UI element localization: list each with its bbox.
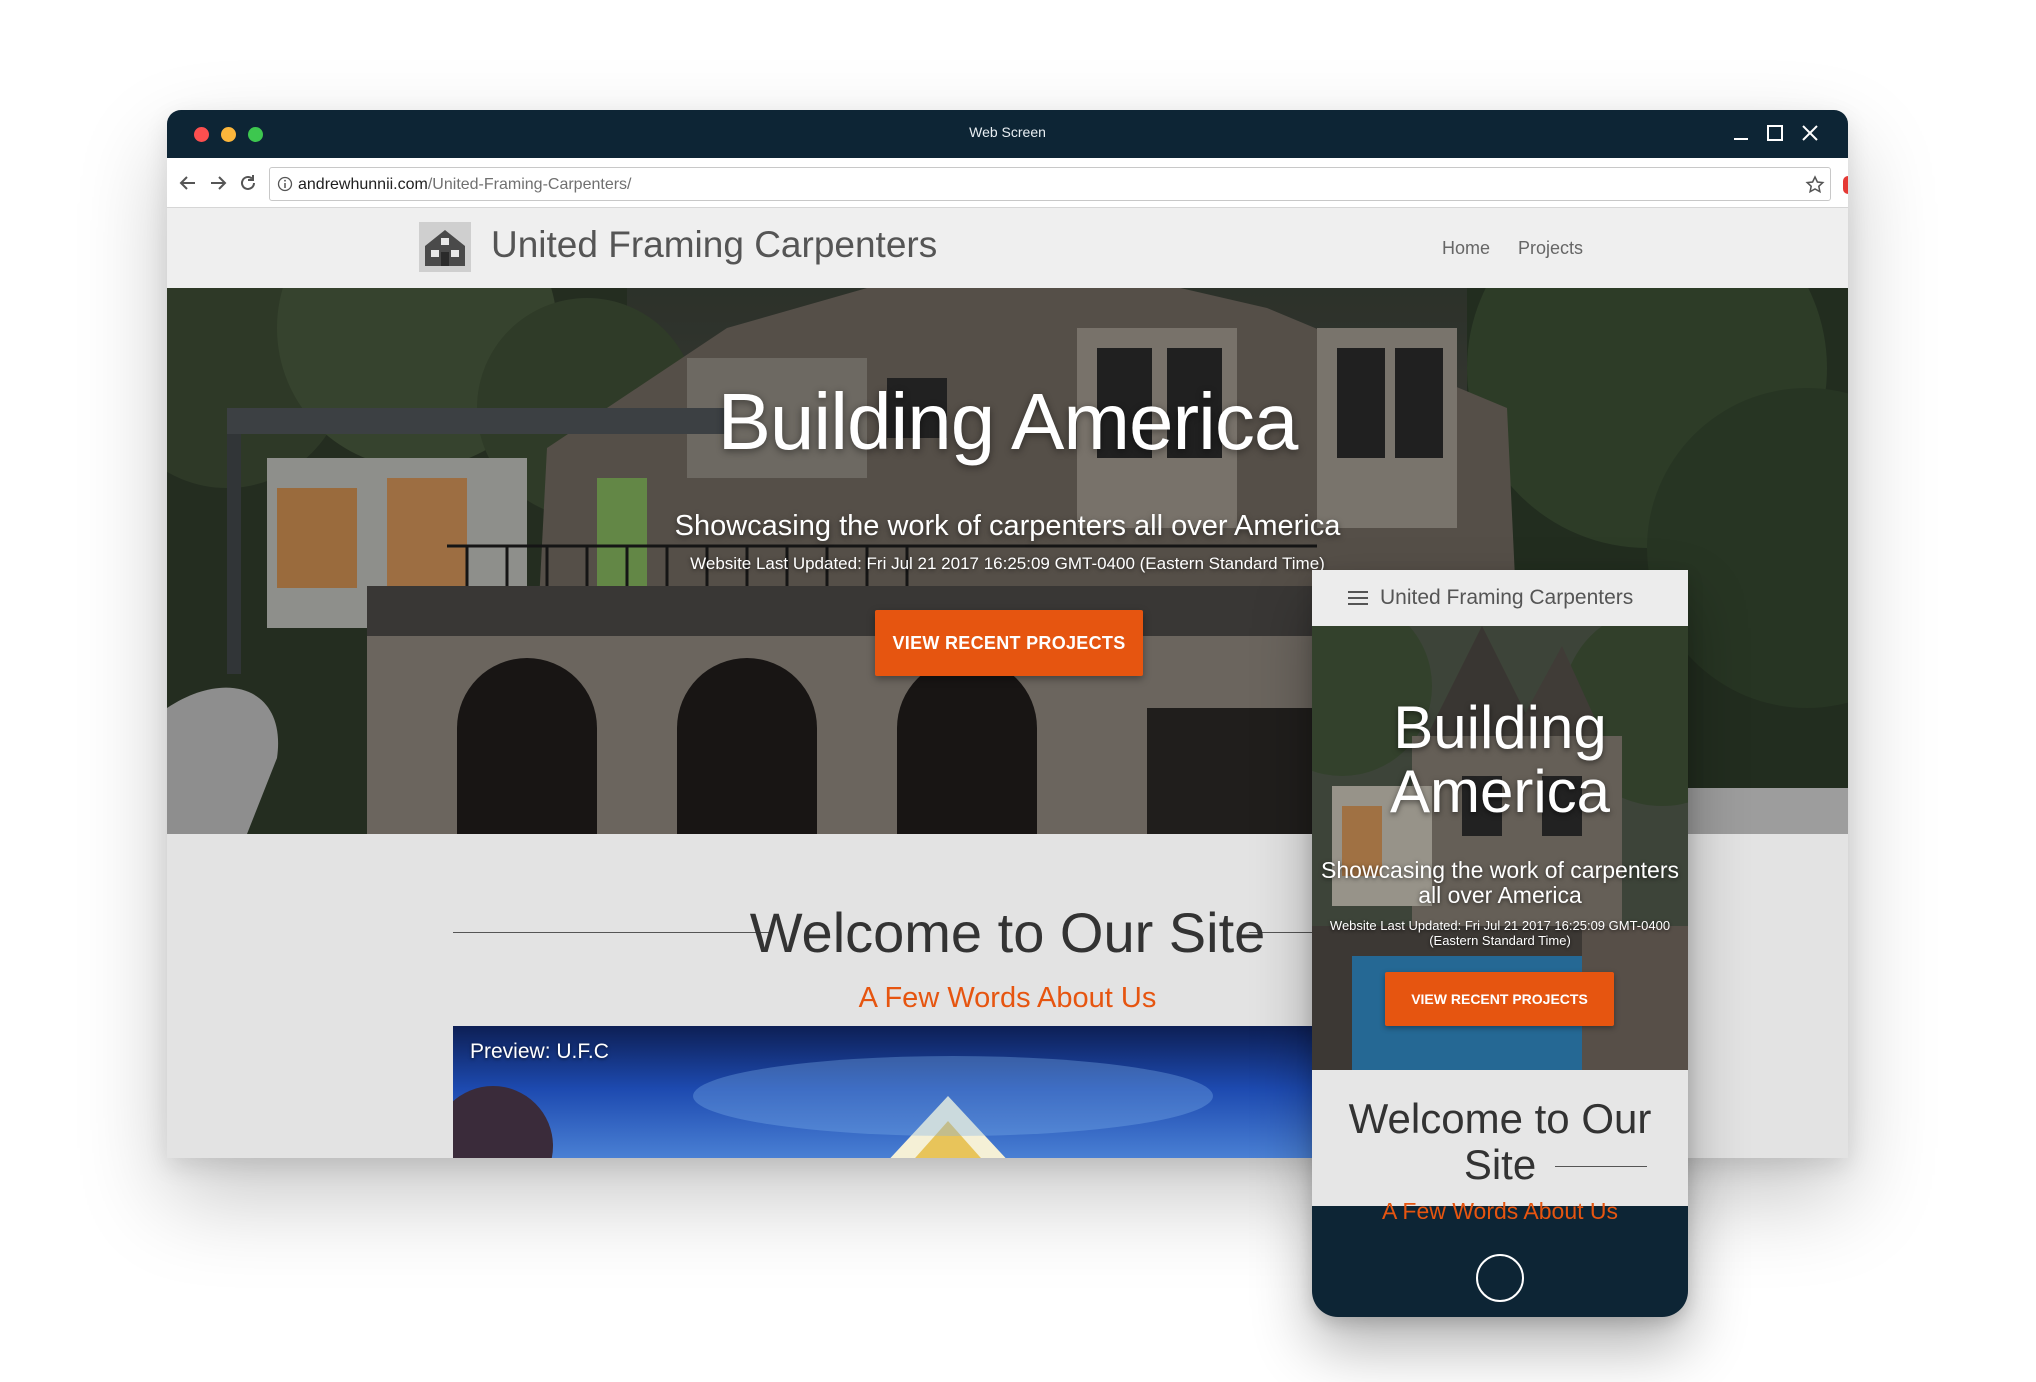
preview-label: Preview: U.F.C <box>470 1040 609 1063</box>
phone-hero-section: Building America Showcasing the work of … <box>1312 626 1688 1070</box>
maximize-icon[interactable] <box>1764 122 1786 144</box>
hero-subtitle: Showcasing the work of carpenters all ov… <box>674 510 1341 542</box>
hamburger-menu-icon[interactable] <box>1348 589 1368 607</box>
phone-view-recent-projects-button[interactable]: VIEW RECENT PROJECTS <box>1385 972 1614 1026</box>
minimize-icon[interactable] <box>1730 122 1752 144</box>
star-icon[interactable] <box>1804 174 1826 196</box>
window-title: Web Screen <box>969 124 1046 140</box>
phone-welcome-subtitle: A Few Words About Us <box>1381 1198 1619 1224</box>
extension-icon[interactable] <box>1843 176 1848 194</box>
phone-mockup: United Framing Carpenters Building Ameri… <box>1312 570 1688 1317</box>
phone-hero-last-updated: Website Last Updated: Fri Jul 21 2017 16… <box>1329 918 1671 948</box>
close-icon[interactable] <box>1799 122 1821 144</box>
url-host: andrewhunnii.com <box>298 176 428 193</box>
url-path: /United-Framing-Carpenters/ <box>427 176 632 193</box>
hero-title: Building America <box>717 377 1299 466</box>
reload-icon[interactable] <box>237 172 259 194</box>
home-button-icon[interactable] <box>1476 1254 1524 1302</box>
nav-home-link[interactable]: Home <box>1442 238 1490 258</box>
phone-brand[interactable]: United Framing Carpenters <box>1380 586 1633 610</box>
site-brand[interactable]: United Framing Carpenters <box>491 224 937 266</box>
title-bar: Web Screen <box>167 110 1848 158</box>
phone-header: United Framing Carpenters <box>1312 570 1688 626</box>
site-header: United Framing Carpenters Home Projects <box>167 208 1848 288</box>
info-icon[interactable] <box>277 176 293 192</box>
back-arrow-icon[interactable] <box>177 172 199 194</box>
url-text[interactable]: andrewhunnii.com/United-Framing-Carpente… <box>298 176 631 194</box>
phone-welcome-title: Welcome to Our Site <box>1348 1095 1652 1188</box>
view-recent-projects-button[interactable]: VIEW RECENT PROJECTS <box>875 610 1143 676</box>
phone-hero-title: Building America <box>1389 694 1611 825</box>
house-logo-icon[interactable] <box>419 222 471 272</box>
browser-toolbar: andrewhunnii.com/United-Framing-Carpente… <box>167 158 1848 208</box>
phone-welcome-section: Welcome to Our Site A Few Words About Us <box>1312 1070 1688 1224</box>
site-nav: Home Projects <box>1414 238 1583 259</box>
forward-arrow-icon[interactable] <box>207 172 229 194</box>
address-bar[interactable]: andrewhunnii.com/United-Framing-Carpente… <box>269 167 1831 201</box>
preview-video[interactable]: Preview: U.F.C <box>453 1026 1453 1158</box>
phone-welcome-divider <box>1555 1166 1647 1167</box>
nav-projects-link[interactable]: Projects <box>1518 238 1583 258</box>
phone-hero-subtitle: Showcasing the work of carpenters all ov… <box>1321 857 1679 908</box>
